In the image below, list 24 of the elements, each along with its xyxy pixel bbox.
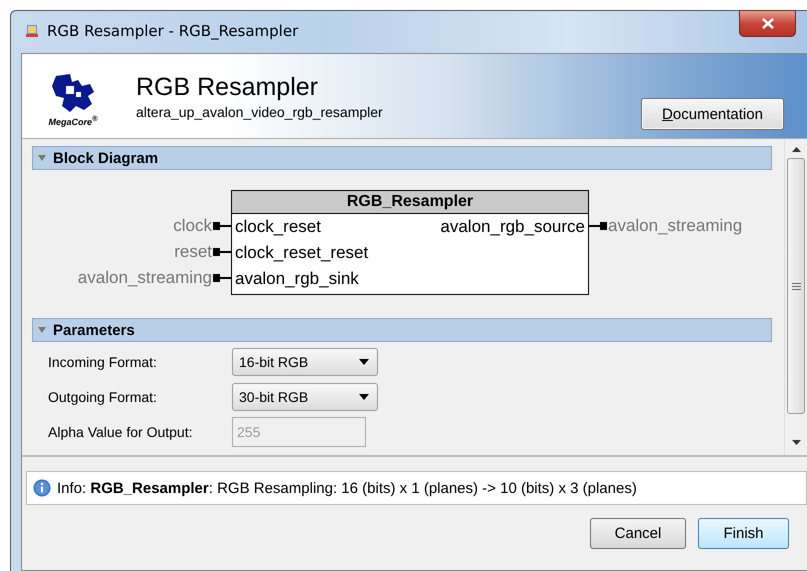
dialog-button[interactable]: Finish (698, 518, 789, 549)
window-title: RGB Resampler - RGB_Resampler (47, 22, 298, 40)
section-header[interactable]: Block Diagram (32, 146, 772, 170)
connection-label: avalon_streaming (78, 268, 212, 288)
info-text: Info: RGB_Resampler: RGB Resampling: 16 (bits) x 1 (planes) -> 10 (bits) x 3 (planes) (57, 480, 637, 496)
port-name: clock_reset_reset (235, 243, 368, 263)
port-name: avalon_rgb_sink (235, 269, 359, 289)
field-label: Incoming Format: (48, 354, 158, 370)
component-name: altera_up_avalon_video_rgb_resampler (136, 104, 383, 120)
dropdown[interactable]: 16-bit RGB (232, 348, 378, 376)
dropdown[interactable]: 30-bit RGB (232, 383, 378, 411)
field-label: Outgoing Format: (48, 389, 158, 405)
field-label: Alpha Value for Output: (48, 424, 194, 440)
port-name: clock_reset (235, 217, 321, 237)
section-header[interactable]: Parameters (32, 318, 772, 342)
documentation-button[interactable]: Documentation (641, 98, 784, 130)
component-title: RGB Resampler (136, 72, 319, 102)
connection-label: clock (173, 216, 212, 236)
connection-label: avalon_streaming (608, 216, 742, 236)
logo-text: MegaCore$^{®}$ (48, 114, 98, 126)
dialog-button[interactable]: Cancel (590, 518, 686, 549)
connection-label: reset (174, 242, 212, 262)
port-name: avalon_rgb_source (440, 217, 585, 237)
block-title: RGB_Resampler (232, 191, 588, 214)
